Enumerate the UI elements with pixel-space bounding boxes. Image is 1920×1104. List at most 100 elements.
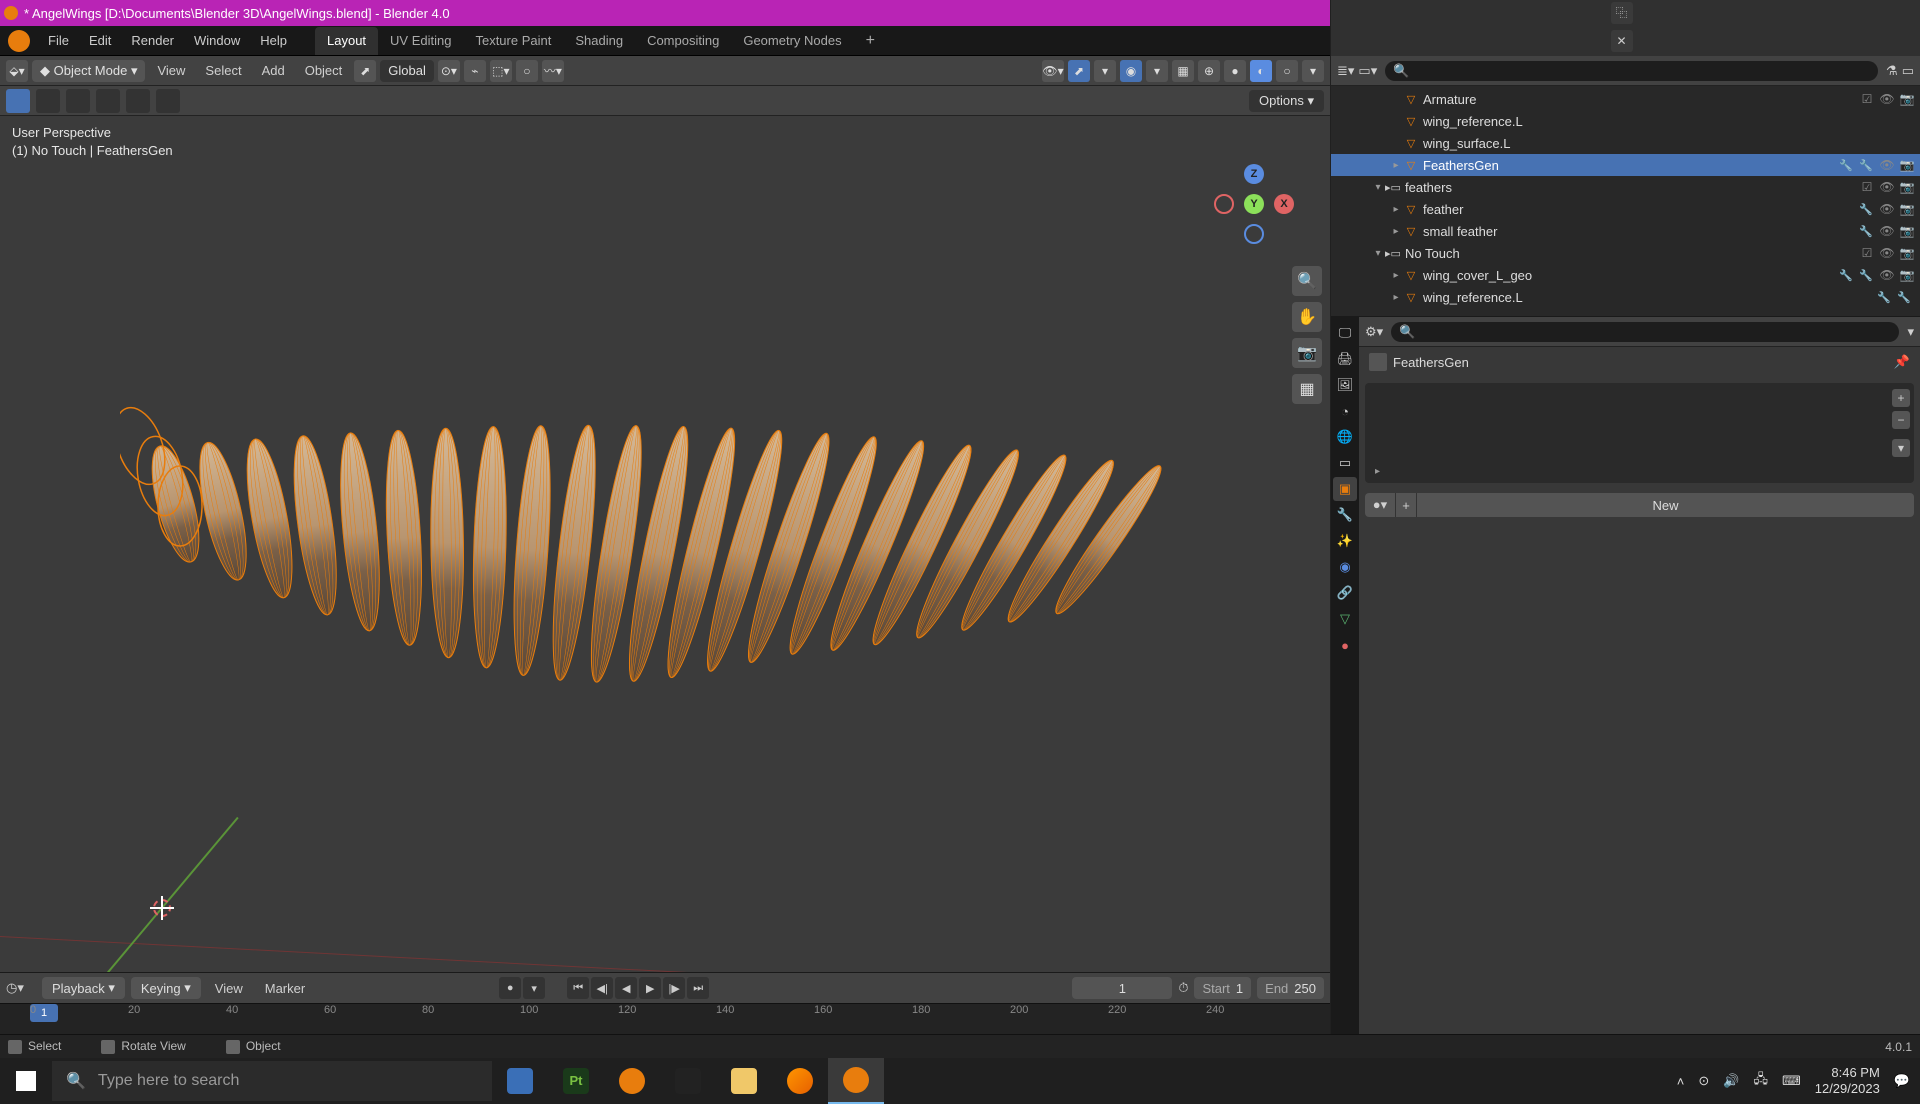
play-button[interactable]: ▶ bbox=[639, 977, 661, 999]
tray-ime-icon[interactable]: ⌨ bbox=[1782, 1073, 1801, 1089]
shading-rendered[interactable]: ○ bbox=[1276, 60, 1298, 82]
mode-dropdown[interactable]: ◆ Object Mode ▾ bbox=[32, 60, 145, 82]
ptab-material[interactable]: ● bbox=[1333, 633, 1357, 657]
taskbar-blender-active[interactable] bbox=[828, 1058, 884, 1104]
ptab-render[interactable]: 🖵 bbox=[1333, 321, 1357, 345]
taskbar-substance[interactable]: Pt bbox=[548, 1058, 604, 1104]
start-frame-field[interactable]: Start1 bbox=[1194, 977, 1251, 999]
taskbar-calculator[interactable] bbox=[492, 1058, 548, 1104]
expand-tri-icon[interactable]: ▾ bbox=[1371, 248, 1385, 259]
outliner-row[interactable]: ▽wing_reference.L bbox=[1331, 110, 1920, 132]
taskbar-search[interactable]: 🔍 Type here to search bbox=[52, 1061, 492, 1101]
camera-toggle[interactable]: 📷 bbox=[1898, 90, 1916, 108]
zoom-button[interactable]: 🔍 bbox=[1292, 266, 1322, 296]
outliner-row[interactable]: ▽wing_surface.L bbox=[1331, 132, 1920, 154]
transform-orientation-icon[interactable]: ⬈ bbox=[354, 60, 376, 82]
properties-search[interactable]: 🔍 bbox=[1391, 322, 1899, 342]
camera-toggle[interactable]: 📷 bbox=[1898, 244, 1916, 262]
jump-end-button[interactable]: ⏭ bbox=[687, 977, 709, 999]
gizmo-neg-z-axis[interactable] bbox=[1244, 224, 1264, 244]
outliner-row[interactable]: ▽Armature☑👁📷 bbox=[1331, 88, 1920, 110]
camera-toggle[interactable]: 📷 bbox=[1898, 222, 1916, 240]
snap-toggle[interactable]: ⌁ bbox=[464, 60, 486, 82]
gizmo-z-axis[interactable]: Z bbox=[1244, 164, 1264, 184]
object-visibility-dropdown[interactable]: 👁▾ bbox=[1042, 60, 1064, 82]
camera-toggle[interactable]: 📷 bbox=[1898, 266, 1916, 284]
shading-solid[interactable]: ● bbox=[1224, 60, 1246, 82]
menu-help[interactable]: Help bbox=[250, 26, 297, 56]
gizmo-y-axis[interactable]: Y bbox=[1244, 194, 1264, 214]
overlays-toggle[interactable]: ◉ bbox=[1120, 60, 1142, 82]
ptab-data[interactable]: ▽ bbox=[1333, 607, 1357, 631]
material-browse-dropdown[interactable]: ●▾ bbox=[1365, 493, 1395, 517]
tool-transform[interactable] bbox=[156, 89, 180, 113]
menu-window[interactable]: Window bbox=[184, 26, 250, 56]
checkbox-toggle[interactable]: ☑ bbox=[1858, 178, 1876, 196]
menu-file[interactable]: File bbox=[38, 26, 79, 56]
pivot-point-dropdown[interactable]: ⊙▾ bbox=[438, 60, 460, 82]
expand-button[interactable]: ▾ bbox=[1892, 439, 1910, 457]
viewport-menu-select[interactable]: Select bbox=[197, 63, 249, 78]
tab-texture-paint[interactable]: Texture Paint bbox=[463, 27, 563, 55]
viewport-menu-add[interactable]: Add bbox=[254, 63, 293, 78]
ptab-physics[interactable]: ◉ bbox=[1333, 555, 1357, 579]
autokey-dropdown[interactable]: ▾ bbox=[523, 977, 545, 999]
end-frame-field[interactable]: End250 bbox=[1257, 977, 1324, 999]
expand-tri-icon[interactable]: ▸ bbox=[1389, 270, 1403, 281]
ptab-world[interactable]: 🌐 bbox=[1333, 425, 1357, 449]
autokey-toggle[interactable]: ● bbox=[499, 977, 521, 999]
gizmo-dropdown[interactable]: ▾ bbox=[1094, 60, 1116, 82]
material-new-button[interactable]: New bbox=[1417, 493, 1914, 517]
tray-meet-icon[interactable]: ⊙ bbox=[1698, 1073, 1709, 1089]
jump-start-button[interactable]: ⏮ bbox=[567, 977, 589, 999]
eye-toggle[interactable]: 👁 bbox=[1878, 244, 1896, 262]
node-expand-tri[interactable]: ▸ bbox=[1375, 466, 1380, 477]
playback-dropdown[interactable]: Playback ▾ bbox=[42, 977, 125, 999]
material-add-button[interactable]: + bbox=[1395, 493, 1417, 517]
next-keyframe-button[interactable]: |▶ bbox=[663, 977, 685, 999]
expand-tri-icon[interactable]: ▸ bbox=[1389, 292, 1403, 303]
scene-delete-button[interactable]: ✕ bbox=[1611, 30, 1633, 52]
ptab-output[interactable]: 🖨 bbox=[1333, 347, 1357, 371]
proportional-edit-toggle[interactable]: ○ bbox=[516, 60, 538, 82]
tray-chevron-icon[interactable]: ˄ bbox=[1677, 1074, 1685, 1089]
editor-type-dropdown[interactable]: ⬙▾ bbox=[6, 60, 28, 82]
viewport-menu-view[interactable]: View bbox=[149, 63, 193, 78]
node-preview-area[interactable]: + − ▾ ▸ bbox=[1365, 383, 1914, 483]
eye-toggle[interactable]: 👁 bbox=[1878, 200, 1896, 218]
taskbar-clock[interactable]: 8:46 PM 12/29/2023 bbox=[1815, 1065, 1880, 1097]
expand-tri-icon[interactable]: ▸ bbox=[1389, 226, 1403, 237]
zoom-in-button[interactable]: + bbox=[1892, 389, 1910, 407]
gizmo-x-axis[interactable]: X bbox=[1274, 194, 1294, 214]
tool-rotate[interactable] bbox=[96, 89, 120, 113]
ptab-collection[interactable]: ▭ bbox=[1333, 451, 1357, 475]
keying-dropdown[interactable]: Keying ▾ bbox=[131, 977, 201, 999]
menu-render[interactable]: Render bbox=[121, 26, 184, 56]
tab-layout[interactable]: Layout bbox=[315, 27, 378, 55]
3d-viewport[interactable]: User Perspective (1) No Touch | Feathers… bbox=[0, 116, 1330, 972]
current-frame-field[interactable]: 1 bbox=[1072, 977, 1172, 999]
outliner-row[interactable]: ▸▽small feather🔧👁📷 bbox=[1331, 220, 1920, 242]
expand-tri-icon[interactable]: ▾ bbox=[1371, 182, 1385, 193]
transform-orientation-dropdown[interactable]: Global bbox=[380, 60, 434, 82]
taskbar-davinci[interactable] bbox=[660, 1058, 716, 1104]
expand-tri-icon[interactable]: ▸ bbox=[1389, 160, 1403, 171]
timeline-track[interactable]: 1 020406080100120140160180200220240 bbox=[0, 1003, 1330, 1034]
scene-new-button[interactable]: ⿻ bbox=[1611, 2, 1633, 24]
outliner-search[interactable]: 🔍 bbox=[1385, 61, 1878, 81]
ptab-viewlayer[interactable]: 🖼 bbox=[1333, 373, 1357, 397]
tab-add-workspace[interactable]: + bbox=[854, 27, 887, 55]
expand-tri-icon[interactable]: ▸ bbox=[1389, 204, 1403, 215]
prev-keyframe-button[interactable]: ◀| bbox=[591, 977, 613, 999]
properties-pin[interactable]: 📌 bbox=[1894, 354, 1910, 370]
zoom-out-button[interactable]: − bbox=[1892, 411, 1910, 429]
overlays-dropdown[interactable]: ▾ bbox=[1146, 60, 1168, 82]
tray-volume-icon[interactable]: 🔊 bbox=[1723, 1073, 1739, 1089]
notifications-button[interactable]: 💬 bbox=[1894, 1073, 1910, 1089]
viewport-menu-object[interactable]: Object bbox=[297, 63, 351, 78]
camera-toggle[interactable]: 📷 bbox=[1898, 178, 1916, 196]
play-reverse-button[interactable]: ◀ bbox=[615, 977, 637, 999]
timeline-view[interactable]: View bbox=[207, 981, 251, 996]
tab-compositing[interactable]: Compositing bbox=[635, 27, 731, 55]
tab-shading[interactable]: Shading bbox=[563, 27, 635, 55]
